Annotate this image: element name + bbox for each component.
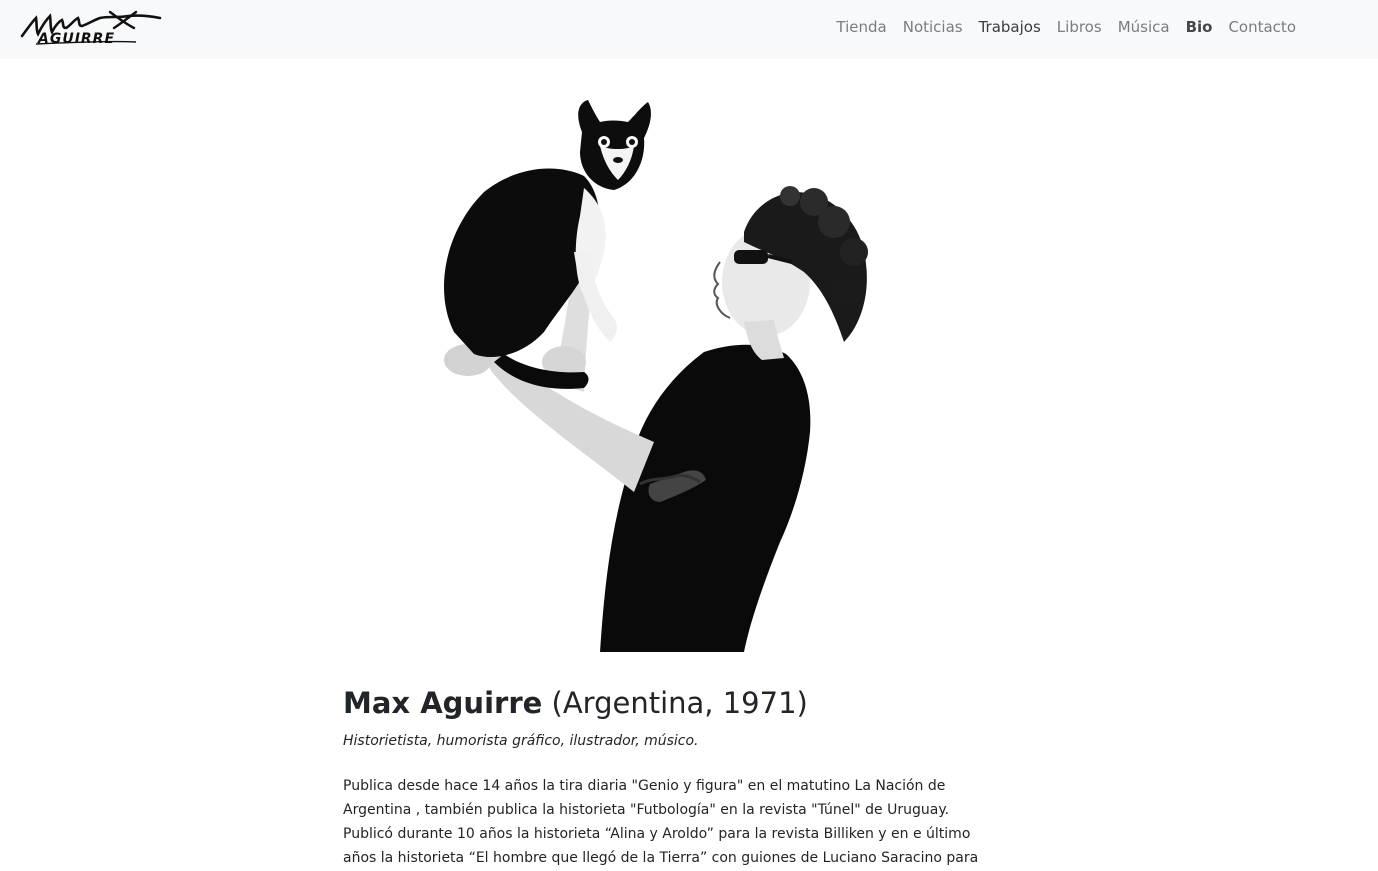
nav-link-tienda[interactable]: Tienda: [828, 16, 894, 38]
artist-name: Max Aguirre: [343, 686, 543, 720]
artist-roles: Historietista, humorista gráfico, ilustr…: [343, 733, 699, 749]
nav-menu: Tienda Noticias Trabajos Libros Música B…: [828, 16, 1304, 38]
brand-logo[interactable]: AGUIRRE: [18, 6, 166, 46]
top-navbar: AGUIRRE Tienda Noticias Trabajos Libros …: [0, 0, 1378, 59]
portrait-photo: [414, 92, 912, 652]
nav-link-bio[interactable]: Bio: [1178, 16, 1221, 38]
nav-link-musica[interactable]: Música: [1110, 16, 1178, 38]
artist-origin: (Argentina, 1971): [551, 686, 808, 720]
bio-section: Max Aguirre (Argentina, 1971) Historieti…: [343, 682, 993, 870]
page-title: Max Aguirre (Argentina, 1971): [343, 682, 993, 724]
man-holding-cat-photo-icon: [414, 92, 912, 652]
nav-link-trabajos[interactable]: Trabajos: [971, 16, 1049, 38]
nav-link-contacto[interactable]: Contacto: [1220, 16, 1304, 38]
nav-link-noticias[interactable]: Noticias: [895, 16, 971, 38]
nav-link-libros[interactable]: Libros: [1049, 16, 1110, 38]
signature-logo-icon: AGUIRRE: [20, 10, 162, 46]
bio-paragraph: Publica desde hace 14 años la tira diari…: [343, 778, 979, 866]
